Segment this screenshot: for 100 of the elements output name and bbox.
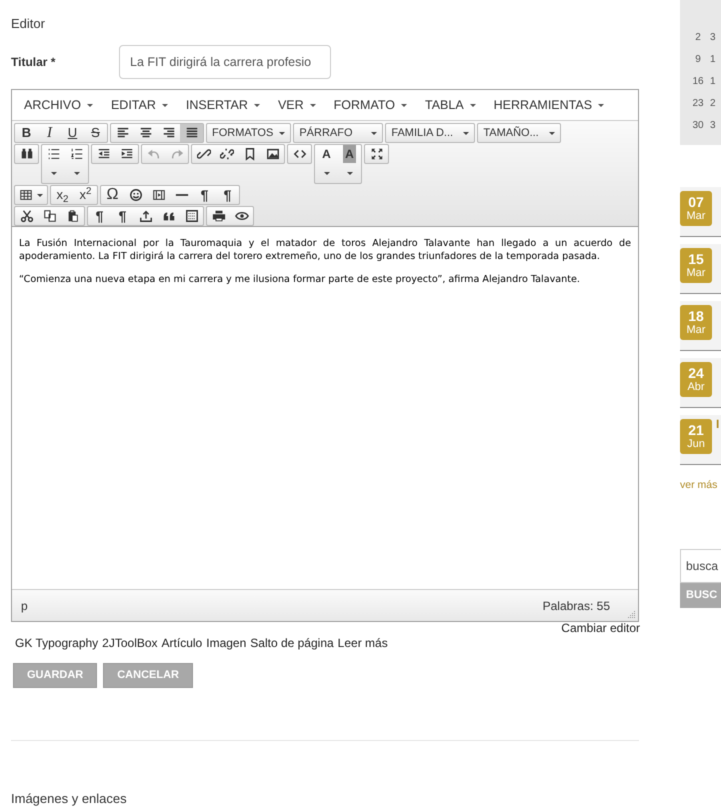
title-input[interactable]: La FIT dirigirá la carrera profesio (119, 45, 331, 79)
paragraph: La Fusión Internacional por la Tauromaquia y el matador de toros Alejandro Talavante han llegado a un acuerdo de apoderamiento. La FIT dirigirá la carrera del torero extremeño, uno de los grandes triunfadores de la temporada pasada. (19, 237, 631, 263)
align-right-icon (162, 126, 176, 140)
clipboard-icon (66, 209, 80, 223)
indent-icon (120, 147, 134, 161)
menu-item[interactable]: FORMATO (324, 91, 416, 119)
caret-icon (346, 172, 352, 174)
outdent-icon (96, 147, 110, 161)
code-icon (292, 147, 306, 161)
event-day: 07 (688, 194, 704, 208)
image-icon (266, 147, 280, 161)
toolbar-button[interactable]: ¶ (193, 186, 216, 204)
numbered-list-icon (70, 147, 84, 161)
format-dropdown[interactable]: TAMAÑO... (478, 124, 560, 142)
align-left-icon (116, 126, 130, 140)
smiley-icon (128, 188, 142, 202)
toolbar-button[interactable]: Ω (101, 186, 124, 204)
toolbar-button[interactable]: x$^{2}$ (74, 186, 97, 204)
toolbar-button[interactable]: x$_{2}$ (51, 186, 74, 204)
caret-icon (400, 104, 407, 106)
caret-icon (86, 104, 93, 106)
caret-icon (549, 132, 556, 134)
menu-item[interactable]: TABLA (416, 91, 485, 119)
fullscreen-icon (370, 147, 384, 161)
editor-plugin-link[interactable]: Salto de página (250, 634, 334, 652)
caret-icon (279, 132, 286, 134)
menu-item[interactable]: HERRAMIENTAS (484, 91, 614, 119)
event-month: Mar (686, 322, 706, 336)
redo-icon (170, 147, 184, 161)
calendar-day[interactable]: 2 (710, 96, 718, 110)
event-month: Mar (686, 266, 706, 280)
caret-icon (254, 104, 260, 106)
editor-plugin-link[interactable]: Imagen (206, 634, 246, 652)
calendar-day[interactable]: 23 (686, 96, 710, 110)
event-month: Mar (686, 208, 706, 222)
binoculars-icon (20, 147, 34, 161)
menu-item[interactable]: VER (268, 91, 325, 119)
toolbar-button[interactable]: ¶ (216, 186, 239, 204)
calendar-day[interactable]: 16 (686, 74, 710, 88)
toolbar-button[interactable]: A (315, 145, 338, 183)
caret-icon (470, 104, 476, 106)
table-icon (19, 188, 33, 202)
scissors-icon (20, 209, 34, 223)
editor-plugin-link[interactable]: 2JToolBox (102, 634, 158, 652)
justify-icon (184, 126, 198, 140)
undo-icon (146, 147, 160, 161)
calendar-day[interactable]: 3 (710, 118, 718, 132)
editor-plugin-link[interactable]: Leer más (338, 634, 388, 652)
eye-icon (234, 209, 248, 223)
menu-item[interactable]: ARCHIVO (15, 91, 102, 119)
caret-icon (463, 132, 470, 134)
toolbar-button[interactable]: ¶ (88, 207, 111, 225)
caret-icon (310, 104, 316, 106)
calendar-day[interactable]: 30 (686, 118, 710, 132)
toolbar-button[interactable]: B (15, 124, 38, 142)
menu-item[interactable]: EDITAR (102, 91, 177, 119)
editor-plugin-link[interactable]: Artículo (162, 634, 202, 652)
toolbar-button[interactable] (180, 124, 203, 142)
event-day: 24 (688, 366, 704, 380)
align-center-icon (138, 126, 152, 140)
event-day: 15 (688, 252, 704, 266)
caret-icon (598, 104, 604, 106)
calendar-day[interactable]: 1 (710, 74, 718, 88)
bullet-list-icon (46, 147, 60, 161)
template-icon (184, 209, 198, 223)
format-dropdown[interactable]: FAMILIA D... (386, 124, 474, 142)
calendar-day[interactable]: 1 (710, 52, 718, 66)
section-heading: Imágenes y enlaces (11, 790, 128, 808)
event-day: 18 (688, 308, 704, 322)
toolbar-button[interactable]: I (38, 124, 61, 142)
toolbar-button[interactable]: U (61, 124, 84, 142)
menu-item[interactable]: INSERTAR (176, 91, 269, 119)
editor-plugin-link[interactable]: GK Typography (15, 634, 98, 652)
calendar-day[interactable]: 3 (710, 30, 718, 44)
field-label: Titular * (11, 54, 56, 71)
calendar-day[interactable]: 9 (686, 52, 710, 66)
toggle-editor-link[interactable]: Cambiar editor (561, 622, 640, 634)
event-day: 21 (688, 422, 704, 436)
copy-icon (42, 209, 56, 223)
event-month: Abr (687, 380, 705, 394)
toolbar-button[interactable]: A (338, 145, 361, 183)
caret-icon (37, 194, 43, 196)
unlink-icon (220, 147, 234, 161)
link-icon (196, 147, 210, 161)
event-month: Jun (687, 436, 705, 450)
caret-icon (50, 172, 56, 174)
printer-icon (212, 209, 226, 223)
caret-icon (324, 172, 330, 174)
caret-icon (74, 172, 80, 174)
upload-icon (138, 209, 152, 223)
word-count: Palabras: 55 (542, 598, 610, 614)
toolbar-button[interactable]: S (84, 124, 107, 142)
format-dropdown[interactable]: PÁRRAFO (294, 124, 382, 142)
calendar-day[interactable]: 2 (686, 30, 710, 44)
paragraph: “Comienza una nueva etapa en mi carrera y me ilusiona formar parte de este proyecto”, afirma Alejandro Talavante. (19, 273, 581, 286)
format-dropdown[interactable]: FORMATOS (207, 124, 290, 142)
element-path: p (21, 598, 28, 614)
caret-icon (371, 132, 378, 134)
toolbar-button[interactable]: ¶ (111, 207, 134, 225)
caret-icon (162, 104, 168, 106)
